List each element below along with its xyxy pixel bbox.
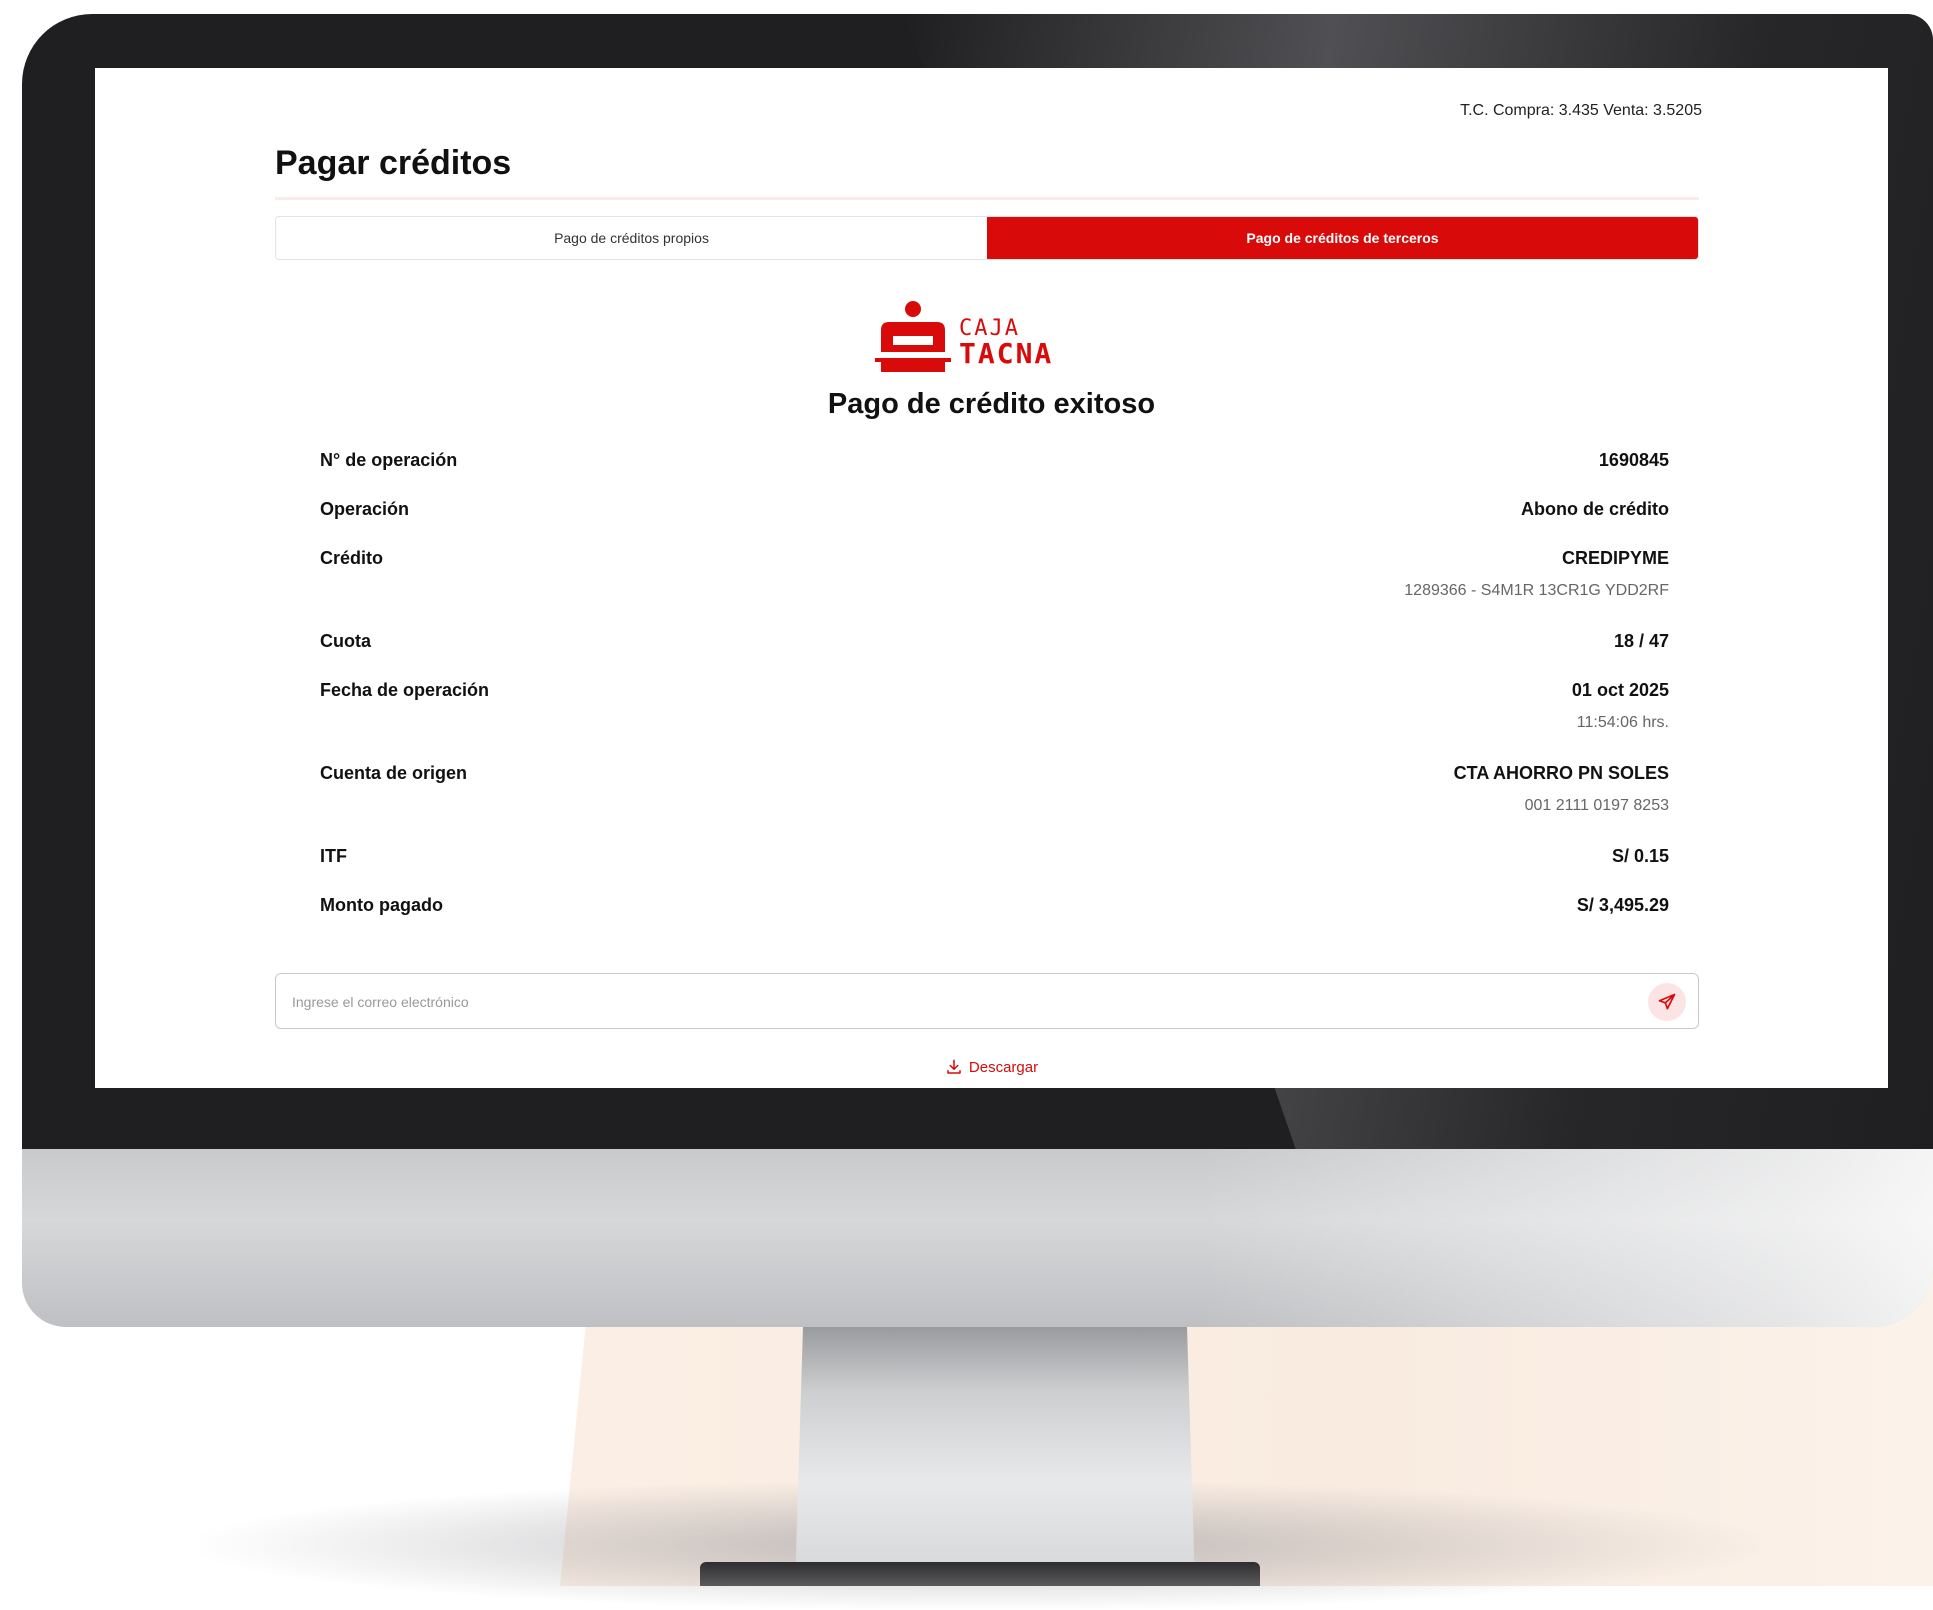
- detail-label: Crédito: [320, 548, 383, 568]
- detail-value: 1690845: [1598, 450, 1669, 470]
- title-divider: [275, 197, 1699, 200]
- detail-subvalue: 1289366 - S4M1R 13CR1G YDD2RF: [1404, 582, 1669, 599]
- logo-line-2: TACNA: [959, 337, 1054, 370]
- detail-value: 18 / 47: [1613, 631, 1669, 651]
- caja-tacna-logo: CAJA TACNA: [875, 300, 1105, 376]
- tab-own-credits[interactable]: Pago de créditos propios: [276, 217, 987, 259]
- download-label: Descargar: [968, 1058, 1039, 1076]
- download-link[interactable]: Descargar: [95, 1058, 1888, 1076]
- monitor-chin-highlight: [1200, 1149, 1933, 1327]
- monitor-stand: [795, 1327, 1195, 1586]
- tab-bar: Pago de créditos propios Pago de crédito…: [275, 216, 1699, 260]
- tab-third-party-credits[interactable]: Pago de créditos de terceros: [987, 217, 1698, 259]
- monitor-stand-base: [700, 1562, 1260, 1586]
- send-icon: [1658, 993, 1676, 1010]
- send-button[interactable]: [1648, 983, 1686, 1021]
- detail-label: Operación: [320, 499, 410, 519]
- detail-label: ITF: [320, 846, 347, 866]
- email-input[interactable]: [290, 982, 1594, 1022]
- detail-value: S/ 0.15: [1611, 846, 1669, 866]
- detail-value: CREDIPYME: [1561, 548, 1669, 568]
- detail-value: S/ 3,495.29: [1576, 895, 1669, 915]
- detail-label: Cuota: [320, 631, 371, 651]
- detail-label: Monto pagado: [320, 895, 443, 915]
- download-icon: [947, 1059, 961, 1074]
- detail-value: CTA AHORRO PN SOLES: [1453, 763, 1669, 783]
- receipt-title: Pago de crédito exitoso: [827, 388, 1156, 420]
- detail-subvalue: 001 2111 0197 8253: [1524, 797, 1669, 814]
- monitor-screen: T.C. Compra: 3.435 Venta: 3.5205 Pagar c…: [95, 68, 1888, 1088]
- page-title: Pagar créditos: [275, 144, 512, 182]
- detail-label: Fecha de operación: [320, 680, 490, 700]
- detail-value: Abono de crédito: [1521, 499, 1669, 519]
- email-field-container: [275, 973, 1699, 1029]
- detail-label: N° de operación: [320, 450, 458, 470]
- detail-label: Cuenta de origen: [320, 763, 468, 783]
- detail-value: 01 oct 2025: [1571, 680, 1669, 700]
- exchange-rate: T.C. Compra: 3.435 Venta: 3.5205: [1460, 102, 1702, 119]
- detail-subvalue: 11:54:06 hrs.: [1576, 714, 1669, 731]
